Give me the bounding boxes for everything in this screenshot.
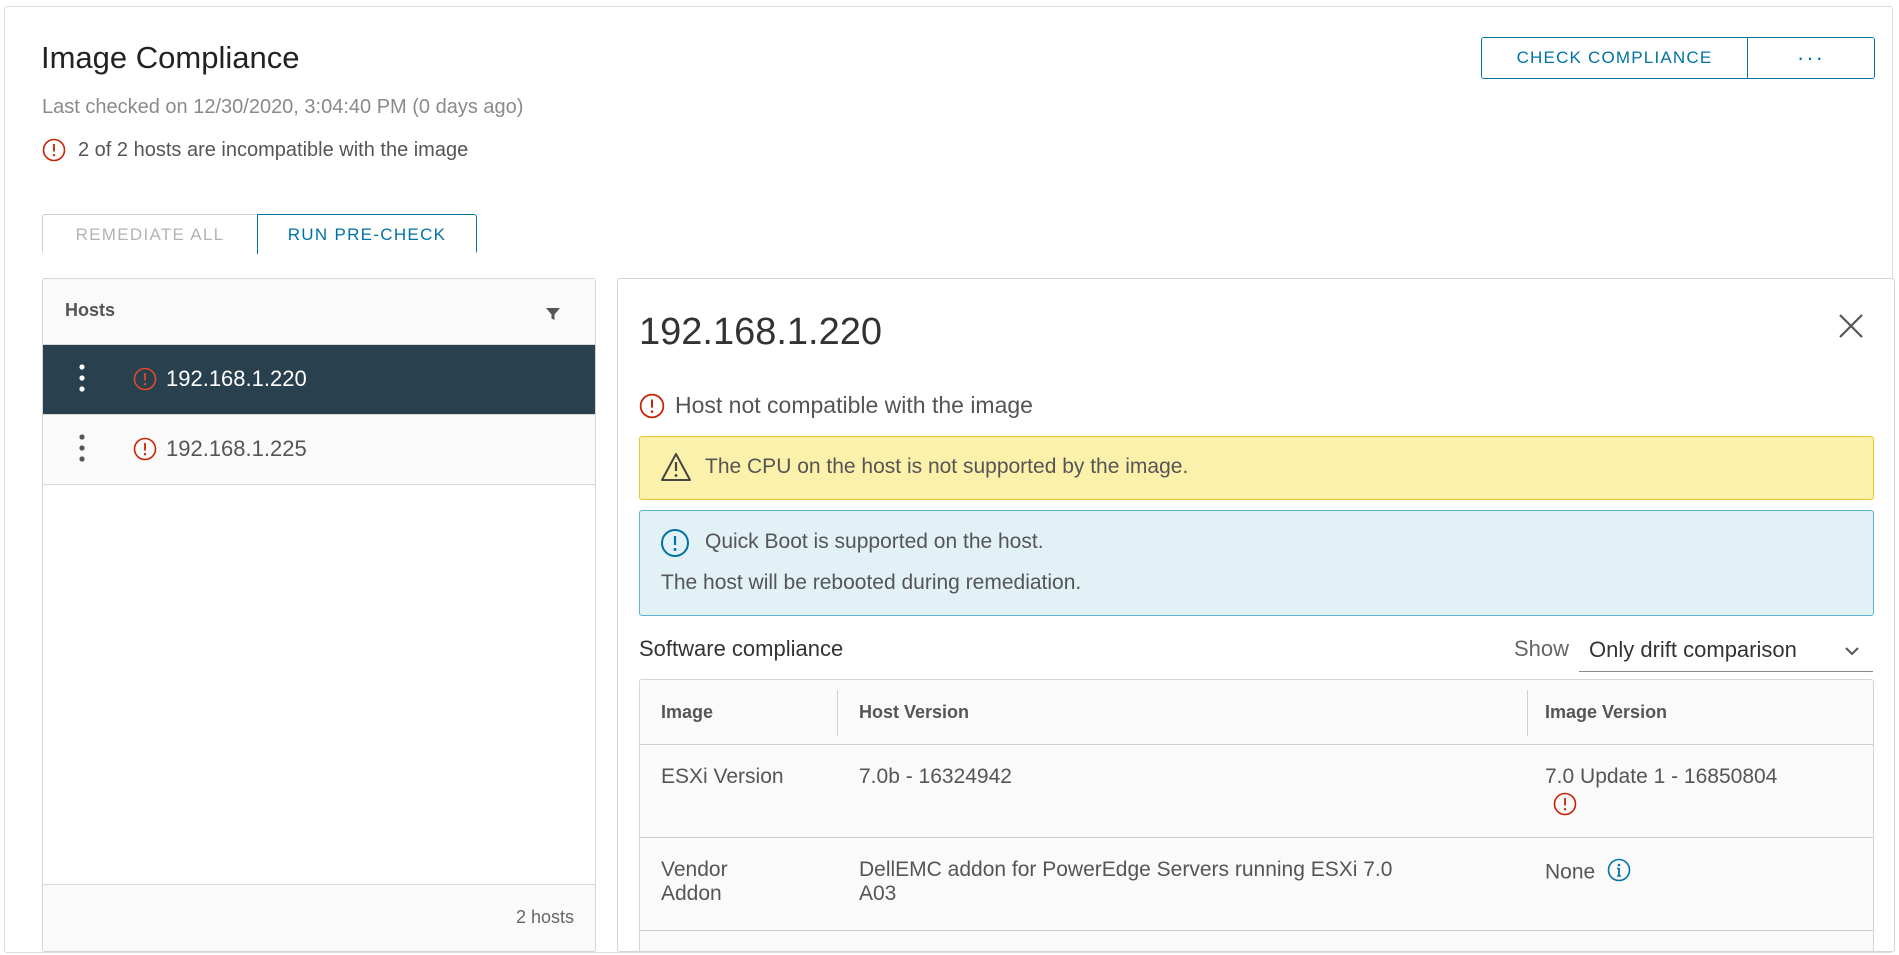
cell-image-version: None xyxy=(1545,858,1631,888)
host-detail-panel: 192.168.1.220 Host not compatible with t… xyxy=(617,278,1895,952)
info-text-line2: The host will be rebooted during remedia… xyxy=(661,571,1082,594)
error-circle-icon xyxy=(133,367,157,396)
show-label: Show xyxy=(1514,636,1570,661)
cell-image-line1: Vendor xyxy=(661,858,728,881)
compliance-actions: CHECK COMPLIANCE ··· xyxy=(1481,37,1875,79)
column-header-image-version: Image Version xyxy=(1545,702,1668,722)
remediation-actions: REMEDIATE ALL RUN PRE-CHECK xyxy=(42,214,477,254)
error-circle-icon xyxy=(42,138,66,162)
column-header-image: Image xyxy=(661,702,714,722)
info-text-line1: Quick Boot is supported on the host. xyxy=(705,530,1044,553)
more-actions-button[interactable]: ··· xyxy=(1748,38,1874,78)
remediate-all-button[interactable]: REMEDIATE ALL xyxy=(42,214,257,254)
show-select[interactable]: Only drift comparison xyxy=(1579,629,1873,672)
compliance-summary: 2 of 2 hosts are incompatible with the i… xyxy=(42,138,468,162)
host-name[interactable]: 192.168.1.220 xyxy=(166,366,307,392)
cell-image-version: 7.0 Update 1 - 16850804 xyxy=(1545,765,1778,788)
show-select-value: Only drift comparison xyxy=(1589,637,1797,662)
cell-host-line1: DellEMC addon for PowerEdge Servers runn… xyxy=(859,858,1393,881)
host-row[interactable]: 192.168.1.225 xyxy=(43,415,595,485)
hosts-footer: 2 hosts xyxy=(43,884,595,951)
summary-text: 2 of 2 hosts are incompatible with the i… xyxy=(78,138,469,161)
check-compliance-button[interactable]: CHECK COMPLIANCE xyxy=(1482,38,1748,78)
cell-host-version: 7.0b - 16324942 xyxy=(859,765,1012,788)
hosts-count: 2 hosts xyxy=(515,907,574,927)
cell-image-version-text: None xyxy=(1545,860,1596,884)
software-compliance-title: Software compliance xyxy=(639,636,844,661)
host-status-text: Host not compatible with the image xyxy=(675,392,1033,418)
quick-boot-info-alert: Quick Boot is supported on the host. The… xyxy=(639,510,1874,616)
table-row: ESXi Version 7.0b - 16324942 7.0 Update … xyxy=(640,745,1873,838)
column-header-host-version: Host Version xyxy=(859,702,970,722)
host-row[interactable]: 192.168.1.220 xyxy=(43,345,595,415)
chevron-down-icon xyxy=(1844,644,1860,662)
hosts-header-label: Hosts xyxy=(65,300,116,320)
cell-image-line2: Addon xyxy=(661,882,722,905)
kebab-menu-icon[interactable] xyxy=(78,433,86,468)
filter-icon[interactable] xyxy=(545,306,561,327)
software-compliance-table: Image Host Version Image Version ESXi Ve… xyxy=(639,679,1874,951)
error-circle-icon xyxy=(1553,792,1577,822)
column-divider xyxy=(1527,690,1528,736)
host-name[interactable]: 192.168.1.225 xyxy=(166,436,307,462)
cell-image: Vendor Addon xyxy=(661,858,728,906)
cell-host-version: DellEMC addon for PowerEdge Servers runn… xyxy=(859,858,1392,906)
detail-title: 192.168.1.220 xyxy=(639,311,883,353)
last-checked-text: Last checked on 12/30/2020, 3:04:40 PM (… xyxy=(42,96,524,118)
cell-image: ESXi Version xyxy=(661,765,784,788)
image-compliance-card: Image Compliance Last checked on 12/30/2… xyxy=(4,6,1895,953)
hosts-column-header: Hosts xyxy=(43,279,595,345)
warning-text: The CPU on the host is not supported by … xyxy=(705,455,1189,478)
column-divider xyxy=(837,690,838,736)
error-circle-icon xyxy=(639,393,665,419)
warning-triangle-icon xyxy=(660,452,692,487)
close-icon[interactable] xyxy=(1837,312,1865,345)
host-status: Host not compatible with the image xyxy=(639,392,1033,419)
kebab-menu-icon[interactable] xyxy=(78,363,86,398)
info-circle-icon xyxy=(660,528,690,563)
info-circle-icon[interactable] xyxy=(1607,858,1631,888)
table-row: Vendor Addon DellEMC addon for PowerEdge… xyxy=(640,838,1873,931)
table-header: Image Host Version Image Version xyxy=(640,680,1873,745)
page-title: Image Compliance xyxy=(41,40,300,75)
error-circle-icon xyxy=(133,437,157,466)
hosts-datagrid: Hosts 192.168.1.220 192.168.1.225 2 host… xyxy=(42,278,596,952)
run-precheck-button[interactable]: RUN PRE-CHECK xyxy=(257,214,477,254)
cell-host-line2: A03 xyxy=(859,882,897,905)
cpu-warning-alert: The CPU on the host is not supported by … xyxy=(639,436,1874,500)
